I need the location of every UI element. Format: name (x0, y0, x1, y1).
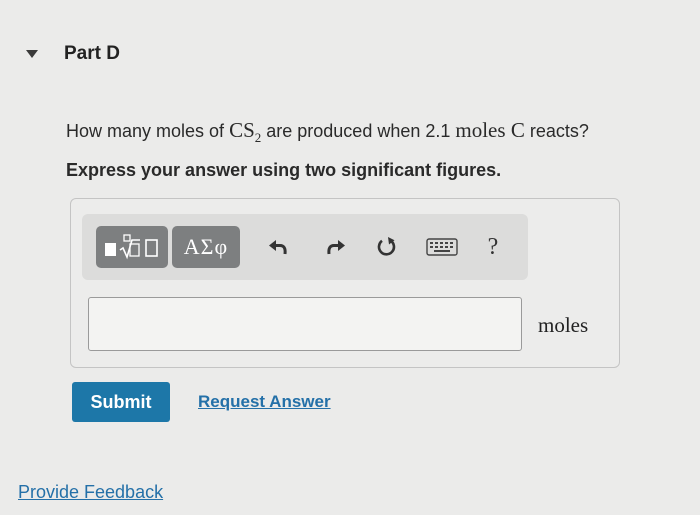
answer-input[interactable] (88, 297, 522, 351)
greek-letters-button[interactable]: ΑΣφ (172, 226, 240, 268)
request-answer-link[interactable]: Request Answer (198, 392, 331, 412)
element-symbol: C (510, 118, 525, 142)
question-text: How many moles of CS2 are produced when … (66, 118, 589, 146)
compound-formula: CS2 (229, 118, 262, 146)
redo-icon[interactable] (322, 234, 348, 260)
math-toolbar: ΑΣφ ? (82, 214, 528, 280)
question-suffix: reacts? (524, 121, 589, 141)
question-prefix: How many moles of (66, 121, 230, 141)
collapse-caret-icon[interactable] (26, 50, 38, 58)
part-header[interactable]: Part D (26, 40, 120, 68)
submit-button[interactable]: Submit (72, 382, 170, 422)
answer-unit-label: moles (538, 313, 589, 337)
reset-icon[interactable] (374, 234, 400, 260)
moles-unit: moles (455, 118, 506, 142)
part-title: Part D (64, 43, 120, 64)
answer-instructions: Express your answer using two significan… (66, 160, 502, 180)
provide-feedback-link[interactable]: Provide Feedback (18, 482, 163, 503)
templates-icon (105, 234, 158, 260)
question-middle: are produced when 2.1 (261, 121, 456, 141)
keyboard-icon[interactable] (426, 234, 458, 260)
help-icon[interactable]: ? (482, 234, 504, 260)
templates-button[interactable] (96, 226, 168, 268)
undo-icon[interactable] (266, 234, 292, 260)
